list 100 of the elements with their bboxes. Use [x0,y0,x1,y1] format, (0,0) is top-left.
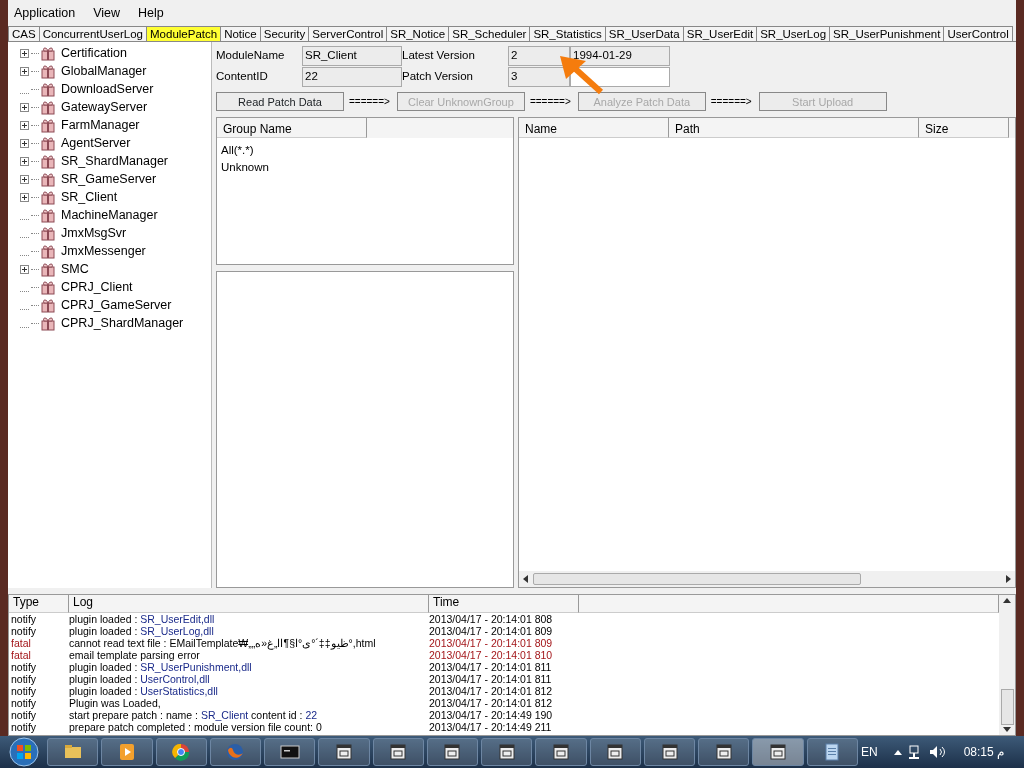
taskbar-button[interactable] [426,738,479,766]
tab[interactable]: Security [259,26,310,41]
tab[interactable]: SR_UserData [604,26,684,41]
input-field[interactable]: 22 [302,67,402,87]
column-header[interactable]: Log [69,595,429,613]
gift-icon [41,153,55,169]
menu-item[interactable]: Application [14,3,76,23]
input-field[interactable]: 1994-01-29 [570,46,670,66]
taskbar-button[interactable] [806,738,858,766]
expand-icon[interactable] [20,66,29,76]
tree-item[interactable]: GatewayServer [61,97,148,117]
column-header[interactable]: Name [519,118,669,138]
tab[interactable]: SR_UserEdit [682,26,758,41]
tab[interactable]: ConcurrentUserLog [38,26,147,41]
column-header[interactable]: Time [429,595,579,613]
table-cell-text: 2013/04/17 - 20:14:01 812 [429,697,554,709]
step-button[interactable]: Read Patch Data [216,92,344,111]
taskbar-button[interactable] [481,738,533,766]
taskbar-button[interactable] [372,738,424,766]
expand-icon[interactable] [20,156,29,166]
taskbar-button[interactable] [47,738,99,766]
tab[interactable]: ModulePatch [146,26,222,41]
expand-icon[interactable] [20,48,29,58]
network-icon[interactable] [908,745,919,759]
table-cell-text: email template parsing error [69,649,200,661]
arrow-text: ======> [710,95,752,109]
arrow-text: ======> [529,95,571,109]
input-field[interactable]: SR_Client [302,46,402,66]
table-cell-text: Plugin was Loaded, [69,697,162,709]
input-field[interactable] [570,67,670,87]
tree-item[interactable]: DownloadServer [61,79,154,99]
speaker-icon[interactable] [929,746,945,758]
language-indicator[interactable]: EN [861,743,878,761]
tree-item[interactable]: Certification [61,43,127,63]
gift-icon [41,261,55,277]
tab[interactable]: SR_Scheduler [448,26,531,41]
gift-icon [41,45,55,61]
tree-item[interactable]: SR_Client [61,187,118,207]
expand-icon[interactable] [20,192,29,202]
tab[interactable]: SR_UserPunishment [829,26,945,41]
scroll-thumb[interactable] [1000,689,1014,725]
taskbar-button[interactable] [264,738,316,766]
tree-item[interactable]: CPRJ_Client [61,277,133,297]
taskbar-button[interactable] [643,738,696,766]
show-hidden-icon[interactable] [893,750,902,755]
taskbar-button[interactable] [752,738,804,766]
column-header[interactable]: Type [9,595,69,613]
taskbar-button[interactable] [535,738,587,766]
scrollbar[interactable] [999,595,1015,735]
tab[interactable]: UserControl [943,26,1013,41]
window-icon [388,742,409,762]
tree-item[interactable]: SR_ShardManager [61,151,168,171]
table-cell-text: notify [10,697,38,709]
window-icon [551,742,571,762]
input-field[interactable]: 2 [508,46,570,66]
tree-item[interactable]: MachineManager [61,205,158,225]
tree-item[interactable]: AgentServer [61,133,131,153]
expand-icon[interactable] [20,264,29,274]
scroll-thumb[interactable] [533,573,861,585]
tab[interactable]: SR_Statistics [529,26,606,41]
list-item[interactable]: Unknown [221,159,509,177]
tree-item[interactable]: FarmManager [61,115,140,135]
column-header[interactable]: Size [919,118,1009,138]
table-cell-text: plugin loaded : UserControl,dll [69,673,211,685]
tree-item[interactable]: SMC [61,259,89,279]
taskbar-button[interactable] [589,738,641,766]
gift-icon [41,225,55,241]
input-field[interactable]: 3 [508,67,570,87]
tree-item[interactable]: CPRJ_ShardManager [61,313,184,333]
table-cell-text: 2013/04/17 - 20:14:01 808 [429,613,554,625]
gift-icon [41,279,55,295]
gift-icon [41,63,55,79]
expand-icon[interactable] [20,174,29,184]
expand-icon[interactable] [20,102,29,112]
globe-icon [171,742,192,762]
tree-item[interactable]: JmxMessenger [61,241,146,261]
clock[interactable]: 08:15 م [963,743,1005,761]
taskbar-button[interactable] [698,738,750,766]
menu-item[interactable]: View [93,3,121,23]
expand-icon[interactable] [20,138,29,148]
tab[interactable]: SR_Notice [386,26,450,41]
expand-icon[interactable] [20,120,29,130]
table-cell-text: 2013/04/17 - 20:14:01 811 [429,673,553,685]
tab[interactable]: Notice [220,26,261,41]
column-header[interactable]: Path [669,118,919,138]
table-cell-text: 2013/04/17 - 20:14:01 809 [429,625,554,637]
taskbar-button[interactable] [318,738,370,766]
tree-item[interactable]: JmxMsgSvr [61,223,127,243]
table-cell-text: notify [10,673,38,685]
tree-item[interactable]: GlobalManager [61,61,147,81]
tab[interactable]: CAS [8,26,40,41]
menu-item[interactable]: Help [138,3,164,23]
window-icon [442,742,463,762]
scrollbar[interactable] [519,571,1015,587]
tab[interactable]: ServerControl [308,26,388,41]
tree-item[interactable]: CPRJ_GameServer [61,295,172,315]
tab[interactable]: SR_UserLog [756,26,831,41]
tree-item[interactable]: SR_GameServer [61,169,157,189]
field-label: ContentID [216,69,269,85]
list-item[interactable]: All(*.*) [221,142,509,160]
